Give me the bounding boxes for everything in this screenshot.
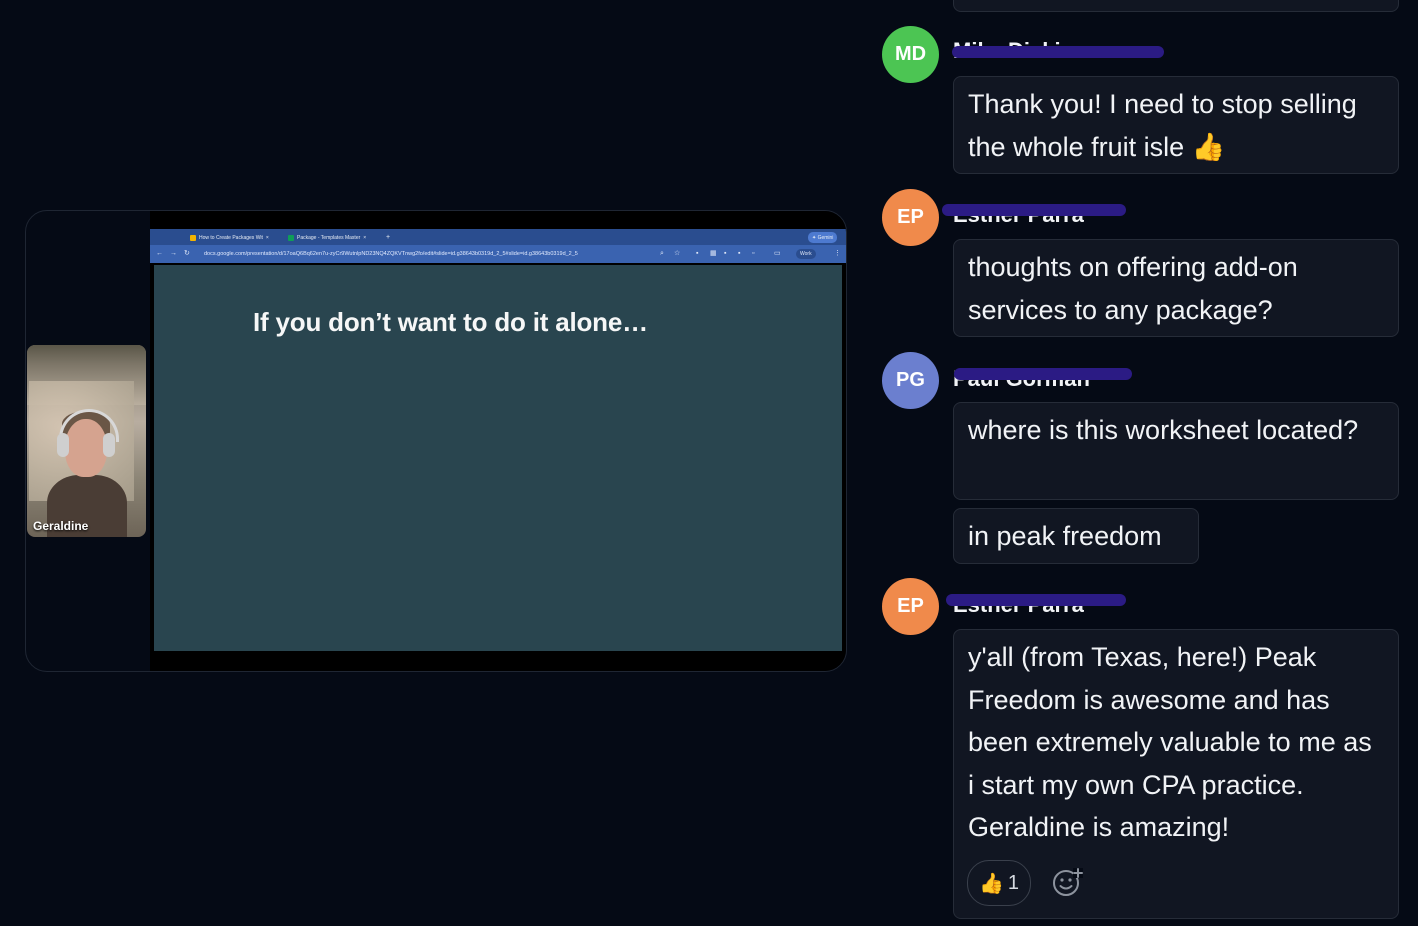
extension-icon[interactable]: ▪ [738, 249, 740, 259]
profile-button[interactable]: Work [796, 249, 816, 259]
gemini-button[interactable]: ✦ Gemini [808, 232, 838, 243]
message-bubble: thoughts on offering add-on services to … [953, 239, 1399, 337]
menu-icon[interactable]: ⋮ [834, 249, 841, 259]
browser-address-bar: ← → ↻ docs.google.com/presentation/d/17o… [150, 245, 846, 263]
browser-tab[interactable]: Package - Templates Master × [288, 232, 366, 243]
reaction-count: 1 [1007, 871, 1020, 894]
slide-title: If you don’t want to do it alone… [253, 307, 648, 337]
participant-video-tile[interactable]: Geraldine [27, 345, 146, 537]
close-icon[interactable]: × [363, 235, 366, 241]
screen-share-stage: Geraldine How to Create Packages Wit × P… [25, 210, 847, 672]
extension-icon[interactable]: ▫ [752, 249, 754, 259]
slides-icon [190, 234, 196, 241]
participant-name: Geraldine [33, 519, 89, 533]
grid-icon[interactable]: ▦ [710, 249, 717, 259]
headphones-right [103, 433, 115, 457]
zoom-icon[interactable]: ⌕ [660, 249, 664, 259]
close-icon[interactable]: × [266, 235, 269, 241]
avatar[interactable]: PG [882, 352, 939, 409]
avatar[interactable]: EP [882, 578, 939, 635]
forward-icon[interactable]: → [170, 249, 177, 259]
message-text: y'all (from Texas, here!) Peak Freedom i… [968, 642, 1372, 842]
browser-tab-bar: How to Create Packages Wit × Package - T… [150, 229, 846, 245]
shared-screen: How to Create Packages Wit × Package - T… [150, 211, 846, 671]
browser-tab-label: How to Create Packages Wit [199, 234, 263, 241]
add-reaction-icon[interactable] [1050, 865, 1084, 899]
thumbs-up-icon: 👍 [978, 872, 1004, 895]
redaction-mark [954, 368, 1132, 380]
reaction-pill[interactable]: 👍 1 [967, 860, 1031, 906]
extension-icon[interactable]: ▪ [724, 249, 726, 259]
presentation-slide: If you don’t want to do it alone… [154, 265, 842, 651]
extension-icon[interactable]: ▪ [696, 249, 698, 259]
avatar[interactable]: EP [882, 189, 939, 246]
redaction-mark [942, 204, 1126, 216]
new-tab-button[interactable]: + [386, 232, 390, 243]
url-field[interactable]: docs.google.com/presentation/d/17oaQ6Bq6… [204, 249, 654, 259]
message-bubble: Thank you! I need to stop selling the wh… [953, 76, 1399, 174]
sheets-icon [288, 234, 294, 241]
browser-tab-label: Package - Templates Master [297, 234, 361, 241]
redaction-mark [952, 46, 1164, 58]
headphones-left [57, 433, 69, 457]
star-icon[interactable]: ☆ [674, 249, 680, 259]
reload-icon[interactable]: ↻ [184, 249, 190, 259]
chat-panel: MD Mike Dickinson Thank you! I need to s… [880, 0, 1418, 926]
back-icon[interactable]: ← [156, 249, 163, 259]
sidepanel-icon[interactable]: ▭ [774, 249, 781, 259]
previous-message-bubble [953, 0, 1399, 12]
browser-tab[interactable]: How to Create Packages Wit × [190, 232, 269, 243]
message-bubble: in peak freedom [953, 508, 1199, 564]
avatar[interactable]: MD [882, 26, 939, 83]
message-bubble: where is this worksheet located? [953, 402, 1399, 500]
redaction-mark [946, 594, 1126, 606]
